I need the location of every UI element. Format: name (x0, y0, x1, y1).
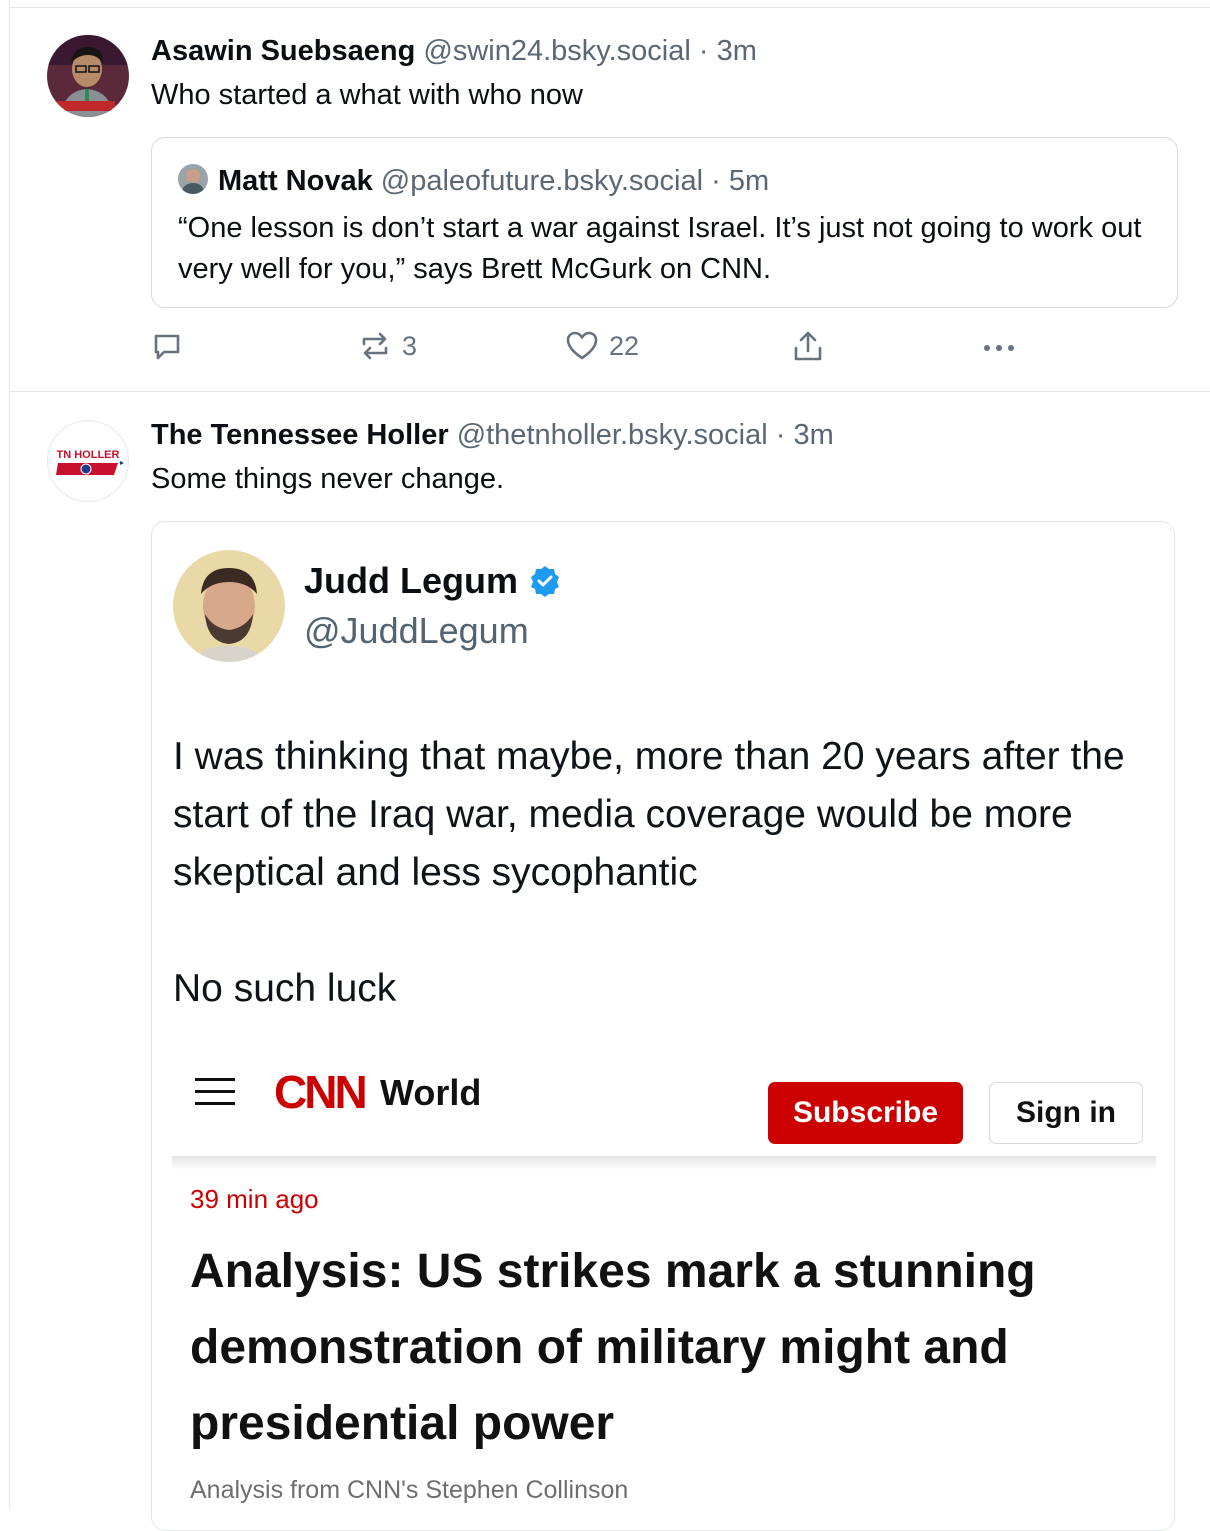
tweet-text: I was thinking that maybe, more than 20 … (173, 728, 1163, 1018)
post-time[interactable]: 3m (717, 35, 757, 67)
post-time[interactable]: 3m (793, 419, 833, 451)
subscribe-button: Subscribe (768, 1082, 963, 1144)
cnn-article-screenshot: CNN World Subscribe Sign in 39 min ago A… (172, 1062, 1156, 1530)
tweet-avatar (173, 550, 285, 662)
embedded-image[interactable]: Judd Legum @JuddLegum I was thinking tha… (151, 521, 1175, 1531)
post-text: Some things never change. (151, 463, 505, 495)
tweet-handle: @JuddLegum (304, 610, 529, 651)
tweet-author-name: Judd Legum (304, 560, 518, 601)
author-name[interactable]: Asawin Suebsaeng (151, 35, 415, 67)
sign-in-button: Sign in (989, 1082, 1143, 1144)
cnn-header: CNN World Subscribe Sign in (172, 1062, 1156, 1152)
avatar[interactable]: TN HOLLER (47, 420, 129, 502)
like-button[interactable]: 22 (565, 330, 639, 362)
divider (172, 1156, 1156, 1170)
quote-author-handle[interactable]: @paleofuture.bsky.social (381, 165, 703, 197)
article-headline: Analysis: US strikes mark a stunning dem… (190, 1245, 1036, 1450)
cnn-logo: CNN (274, 1066, 368, 1118)
divider (10, 391, 1210, 392)
tweet-author: Judd Legum (304, 560, 562, 602)
avatar[interactable] (47, 35, 129, 117)
avatar-logo-text: TN HOLLER (57, 449, 120, 461)
share-button[interactable] (791, 330, 825, 364)
share-icon (794, 331, 822, 361)
more-button[interactable] (981, 330, 1017, 362)
feed: Asawin Suebsaeng @swin24.bsky.social · 3… (9, 0, 1210, 1531)
more-icon (984, 345, 1014, 351)
repost-count: 3 (402, 330, 418, 361)
divider (10, 7, 1210, 8)
like-count: 22 (609, 330, 640, 361)
article-time: 39 min ago (190, 1184, 319, 1214)
post-text: Who started a what with who now (151, 79, 583, 111)
menu-icon (195, 1076, 235, 1108)
post-header: Asawin Suebsaeng @swin24.bsky.social · 3… (151, 35, 757, 68)
separator: · (698, 35, 709, 67)
reply-button[interactable] (151, 330, 183, 362)
tweet-paragraph: I was thinking that maybe, more than 20 … (173, 735, 1125, 894)
quote-header: Matt Novak @paleofuture.bsky.social · 5m (178, 164, 769, 198)
separator: · (711, 165, 721, 197)
quote-post[interactable]: Matt Novak @paleofuture.bsky.social · 5m… (151, 137, 1178, 308)
quote-avatar (178, 164, 208, 194)
reply-icon (154, 334, 180, 360)
quote-time[interactable]: 5m (729, 165, 769, 197)
quote-author-name[interactable]: Matt Novak (218, 165, 373, 197)
repost-button[interactable]: 3 (358, 330, 417, 362)
article-byline: Analysis from CNN's Stephen Collinson (190, 1476, 629, 1504)
post-header: The Tennessee Holler @thetnholler.bsky.s… (151, 419, 834, 452)
author-handle[interactable]: @thetnholler.bsky.social (457, 419, 768, 451)
cnn-section: World (380, 1072, 482, 1113)
verified-badge-icon (531, 566, 559, 597)
heart-icon (566, 331, 598, 360)
separator: · (775, 419, 786, 451)
author-name[interactable]: The Tennessee Holler (151, 419, 449, 451)
quote-text: “One lesson is don’t start a war against… (178, 212, 1142, 285)
repost-icon (362, 332, 388, 360)
author-handle[interactable]: @swin24.bsky.social (423, 35, 690, 67)
tweet-paragraph: No such luck (173, 967, 397, 1010)
